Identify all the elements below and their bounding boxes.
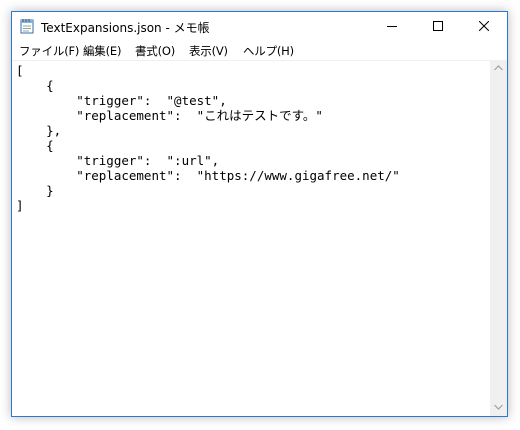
menu-file[interactable]: ファイル(F) bbox=[19, 43, 79, 59]
maximize-icon bbox=[433, 21, 443, 31]
code-line: "replacement": "これはテストです。" bbox=[16, 108, 323, 123]
code-line: [ bbox=[16, 63, 24, 78]
close-button[interactable] bbox=[461, 12, 507, 41]
menu-bar: ファイル(F) 編集(E) 書式(O) 表示(V) ヘルプ(H) bbox=[12, 41, 507, 60]
scroll-up-button[interactable] bbox=[490, 60, 507, 77]
code-line: }, bbox=[16, 123, 62, 138]
code-line: } bbox=[16, 183, 54, 198]
minimize-button[interactable] bbox=[369, 12, 415, 41]
code-line: "trigger": "@test", bbox=[16, 93, 227, 108]
code-line: { bbox=[16, 138, 54, 153]
code-line: ] bbox=[16, 198, 24, 213]
menu-help[interactable]: ヘルプ(H) bbox=[243, 43, 294, 59]
code-line: "replacement": "https://www.gigafree.net… bbox=[16, 168, 400, 183]
scroll-down-button[interactable] bbox=[490, 399, 507, 416]
menu-format[interactable]: 書式(O) bbox=[135, 43, 175, 59]
maximize-button[interactable] bbox=[415, 12, 461, 41]
notepad-icon bbox=[20, 18, 34, 34]
close-icon bbox=[479, 21, 489, 31]
menu-edit[interactable]: 編集(E) bbox=[83, 43, 121, 59]
window-title: TextExpansions.json - メモ帳 bbox=[41, 21, 210, 35]
scroll-up-arrow-icon bbox=[494, 65, 503, 71]
code-line: "trigger": ":url", bbox=[16, 153, 220, 168]
vertical-scrollbar[interactable] bbox=[490, 60, 507, 416]
menu-view[interactable]: 表示(V) bbox=[189, 43, 228, 59]
minimize-icon bbox=[387, 26, 397, 27]
title-bar[interactable]: TextExpansions.json - メモ帳 bbox=[12, 12, 507, 41]
text-editor[interactable]: [ { "trigger": "@test", "replacement": "… bbox=[12, 60, 490, 416]
scroll-down-arrow-icon bbox=[494, 404, 503, 410]
notepad-window: TextExpansions.json - メモ帳 ファイル(F) 編集(E) … bbox=[11, 11, 508, 417]
code-line: { bbox=[16, 78, 54, 93]
